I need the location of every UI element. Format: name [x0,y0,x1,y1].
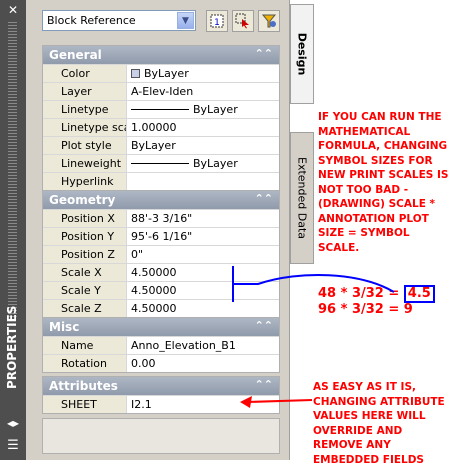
property-value[interactable]: 95'-6 1/16" [127,228,279,245]
property-row-color[interactable]: Color ByLayer [43,64,279,82]
linetype-sample-icon [131,109,189,110]
property-name: Lineweight [43,155,127,172]
property-row-lineweight[interactable]: Lineweight ByLayer [43,154,279,172]
property-name: Plot style [43,137,127,154]
section-title: Attributes [49,379,118,393]
property-name: Position Y [43,228,127,245]
tab-design[interactable]: Design [290,4,314,104]
tab-label: Design [295,32,309,76]
tab-extended-data[interactable]: Extended Data [290,132,314,264]
property-row-name[interactable]: Name Anno_Elevation_B1 [43,336,279,354]
lineweight-sample-icon [131,163,189,164]
close-icon[interactable]: ✕ [6,3,20,17]
property-name: Scale Z [43,300,127,317]
property-name: Hyperlink [43,173,127,190]
property-name: Layer [43,83,127,100]
property-name: SHEET [43,396,127,413]
section-general: General ⌃⌃ Color ByLayer Layer A-Elev-Id… [42,45,280,191]
annotation-equation-48: 48 * 3/32 = 4.5 [318,285,435,303]
section-header-misc[interactable]: Misc ⌃⌃ [43,318,279,336]
property-value[interactable]: 4.50000 [127,300,279,317]
section-title: Misc [49,320,80,334]
description-panel [42,418,280,454]
property-name: Position Z [43,246,127,263]
palette-toolbar: Block Reference ▼ 1 [42,10,282,32]
property-name: Color [43,65,127,82]
collapse-icon[interactable]: ⌃⌃ [255,47,273,60]
quick-select-icon [261,14,277,28]
pickadd-toggle-button[interactable]: 1 [206,10,228,32]
property-row-linetype-scale[interactable]: Linetype scale 1.00000 [43,118,279,136]
palette-title-strip[interactable]: ✕ PROPERTIES ◂▸ ☰ [0,0,26,460]
selection-dropdown[interactable]: Block Reference ▼ [42,10,196,31]
quick-select-button[interactable] [258,10,280,32]
property-name: Linetype scale [43,119,127,136]
annotation-equation-96: 96 * 3/32 = 9 [318,302,413,317]
collapse-icon[interactable]: ⌃⌃ [255,378,273,391]
property-value[interactable]: 1.00000 [127,119,279,136]
property-name: Linetype [43,101,127,118]
properties-palette: Block Reference ▼ 1 General ⌃⌃ Color ByL… [26,0,290,460]
property-row-layer[interactable]: Layer A-Elev-Iden [43,82,279,100]
select-objects-button[interactable] [232,10,254,32]
property-value[interactable]: A-Elev-Iden [127,83,279,100]
property-value[interactable] [127,173,279,190]
property-row-plot-style[interactable]: Plot style ByLayer [43,136,279,154]
property-name: Scale X [43,264,127,281]
property-row-linetype[interactable]: Linetype ByLayer [43,100,279,118]
section-header-attributes[interactable]: Attributes ⌃⌃ [43,377,279,395]
property-row-scale-y[interactable]: Scale Y 4.50000 [43,281,279,299]
collapse-icon[interactable]: ⌃⌃ [255,319,273,332]
highlighted-result: 4.5 [403,285,435,303]
section-header-geometry[interactable]: Geometry ⌃⌃ [43,191,279,209]
section-title: General [49,48,102,62]
properties-menu-icon[interactable]: ☰ [5,438,21,454]
tab-label: Extended Data [295,156,309,240]
property-row-sheet[interactable]: SHEET I2.1 [43,395,279,413]
palette-title: PROPERTIES [5,305,19,389]
property-value[interactable]: 4.50000 [127,282,279,299]
chevron-down-icon[interactable]: ▼ [177,12,194,29]
property-value[interactable]: ByLayer [127,137,279,154]
property-row-scale-x[interactable]: Scale X 4.50000 [43,263,279,281]
property-name: Rotation [43,355,127,372]
property-value[interactable]: 4.50000 [127,264,279,281]
property-row-scale-z[interactable]: Scale Z 4.50000 [43,299,279,317]
collapse-icon[interactable]: ⌃⌃ [255,192,273,205]
section-attributes: Attributes ⌃⌃ SHEET I2.1 [42,376,280,414]
property-name: Position X [43,210,127,227]
section-title: Geometry [49,193,116,207]
property-row-position-y[interactable]: Position Y 95'-6 1/16" [43,227,279,245]
property-row-hyperlink[interactable]: Hyperlink [43,172,279,190]
property-value[interactable]: I2.1 [127,396,279,413]
section-header-general[interactable]: General ⌃⌃ [43,46,279,64]
property-value[interactable]: 0" [127,246,279,263]
property-value[interactable]: Anno_Elevation_B1 [127,337,279,354]
property-value[interactable]: 88'-3 3/16" [127,210,279,227]
section-misc: Misc ⌃⌃ Name Anno_Elevation_B1 Rotation … [42,317,280,373]
selection-value: Block Reference [47,14,136,27]
property-name: Scale Y [43,282,127,299]
property-row-rotation[interactable]: Rotation 0.00 [43,354,279,372]
property-value[interactable]: 0.00 [127,355,279,372]
annotation-note-formula: IF YOU CAN RUN THE MATHEMATICAL FORMULA,… [318,111,449,254]
auto-hide-icon[interactable]: ◂▸ [5,416,21,430]
section-geometry: Geometry ⌃⌃ Position X 88'-3 3/16" Posit… [42,190,280,318]
property-name: Name [43,337,127,354]
property-row-position-z[interactable]: Position Z 0" [43,245,279,263]
property-value[interactable]: ByLayer [127,155,279,172]
pickadd-toggle-icon: 1 [210,14,224,28]
drag-handle[interactable] [8,22,17,318]
property-value[interactable]: ByLayer [127,65,279,82]
svg-text:1: 1 [214,18,220,28]
color-swatch-icon [131,69,140,78]
property-value[interactable]: ByLayer [127,101,279,118]
annotation-note-attributes: AS EASY AS IT IS, CHANGING ATTRIBUTE VAL… [313,381,445,466]
property-row-position-x[interactable]: Position X 88'-3 3/16" [43,209,279,227]
select-objects-icon [235,13,249,29]
